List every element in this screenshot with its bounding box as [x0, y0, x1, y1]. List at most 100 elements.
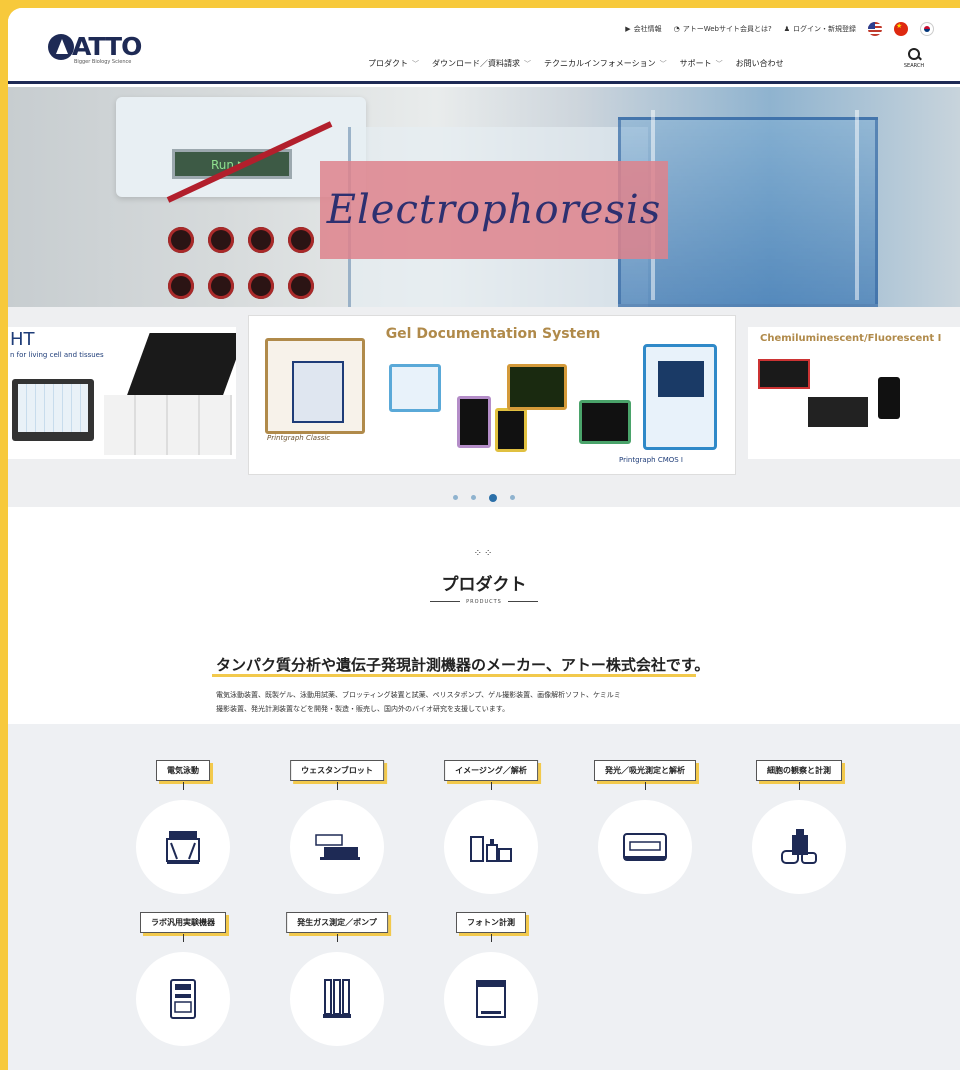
carousel-dot[interactable]	[510, 495, 516, 500]
terminal-jack	[248, 227, 274, 253]
clock-icon: ◔	[673, 25, 680, 33]
company-info-link[interactable]: ▶ 会社情報	[625, 24, 661, 34]
nav-label: テクニカルインフォメーション	[544, 59, 656, 68]
atto-logo-mark	[48, 34, 74, 60]
browser-page: ATTO Bigger Biology Science ▶ 会社情報 ◔ アトー…	[8, 8, 960, 1070]
search-label: SEARCH	[903, 63, 925, 69]
carousel-slide-active[interactable]: Gel Documentation System Printgraph Clas…	[248, 315, 736, 475]
search-icon	[907, 48, 921, 61]
company-headline: タンパク質分析や遺伝子発現計測機器のメーカー、アトー株式会社です。	[216, 656, 710, 674]
section-title: プロダクト	[441, 575, 527, 595]
graph-image	[104, 395, 232, 455]
carousel-slide-prev[interactable]: HT n for living cell and tissues	[8, 327, 236, 459]
laptop-image	[12, 379, 94, 441]
category-imaging[interactable]: イメージング／解析	[416, 760, 566, 910]
terminal-jack	[168, 227, 194, 253]
terminal-jack	[248, 273, 274, 299]
atto-logo[interactable]: ATTO Bigger Biology Science	[48, 32, 152, 65]
category-lab-equipment[interactable]: ラボ汎用実験機器	[108, 912, 258, 1062]
category-cell-observation[interactable]: 細胞の観察と計測	[724, 760, 874, 910]
gel-image	[507, 364, 567, 410]
category-label: 細胞の観察と計測	[756, 760, 842, 781]
chevron-down-icon: ﹀	[659, 59, 667, 68]
us-flag-icon[interactable]	[868, 22, 882, 36]
product-carousel: HT n for living cell and tissues Gel Doc…	[8, 307, 960, 507]
category-label: ラボ汎用実験機器	[140, 912, 226, 933]
slide-caption: Printgraph Classic	[267, 434, 331, 442]
software-screenshot	[389, 364, 441, 412]
terminal-jack	[288, 273, 314, 299]
nav-item-support[interactable]: サポート ﹀	[680, 58, 723, 69]
member-info-link[interactable]: ◔ アトーWebサイト会員とは?	[674, 24, 772, 34]
company-info-label: 会社情報	[633, 25, 662, 33]
hero-title: Electrophoresis	[326, 187, 662, 233]
category-luminometry[interactable]: 発光／吸光測定と解析	[570, 760, 720, 910]
headline-underline	[212, 674, 696, 677]
nav-label: プロダクト	[368, 59, 408, 68]
chevron-down-icon: ﹀	[524, 59, 531, 68]
category-circle[interactable]	[752, 800, 846, 894]
member-info-label: アトーWebサイト会員とは?	[682, 25, 772, 33]
nav-label: サポート	[679, 59, 712, 68]
category-label: フォトン計測	[456, 912, 526, 933]
carousel-slide-next[interactable]: Chemiluminescent/Fluorescent I	[748, 327, 960, 459]
hero-banner: Electrophoresis	[8, 87, 960, 307]
printgraph-classic-image	[265, 338, 365, 434]
terminal-jack	[288, 227, 314, 253]
user-icon: ♟	[783, 25, 790, 33]
category-photon-counting[interactable]: フォトン計測	[416, 912, 566, 1062]
nav-item-download[interactable]: ダウンロード／資料請求 ﹀	[432, 58, 531, 69]
nav-item-products[interactable]: プロダクト ﹀	[368, 58, 419, 69]
category-label: 電気泳動	[156, 760, 210, 781]
korea-flag-icon[interactable]	[920, 22, 934, 36]
china-flag-icon[interactable]	[894, 22, 908, 36]
cell-culture-icon	[781, 829, 817, 864]
slide-title: HT	[10, 329, 35, 350]
carousel-dot[interactable]	[470, 495, 476, 500]
login-link[interactable]: ♟ ログイン・新規登録	[784, 24, 856, 34]
category-circle[interactable]	[290, 952, 384, 1046]
search-button[interactable]: SEARCH	[896, 48, 932, 69]
category-circle[interactable]	[444, 800, 538, 894]
nav-item-contact[interactable]: お問い合わせ	[736, 58, 784, 69]
carousel-dot[interactable]	[452, 495, 458, 500]
nav-item-technical-info[interactable]: テクニカルインフォメーション ﹀	[544, 58, 667, 69]
luminometer-icon	[623, 833, 667, 861]
category-circle[interactable]	[290, 800, 384, 894]
section-subtitle: PRODUCTS	[8, 599, 960, 605]
terminal-jack	[168, 273, 194, 299]
login-label: ログイン・新規登録	[793, 25, 856, 33]
category-circle[interactable]	[136, 800, 230, 894]
carousel-dot-active[interactable]	[489, 493, 498, 502]
western-blot-icon	[315, 834, 360, 860]
category-gas-pump[interactable]: 発生ガス測定／ポンプ	[262, 912, 412, 1062]
nav-label: ダウンロード／資料請求	[432, 59, 520, 68]
category-electrophoresis[interactable]: 電気泳動	[108, 760, 258, 910]
category-circle[interactable]	[444, 952, 538, 1046]
category-circle[interactable]	[598, 800, 692, 894]
category-circle[interactable]	[136, 952, 230, 1046]
hero-title-box: Electrophoresis	[320, 161, 668, 259]
slide-subtitle: n for living cell and tissues	[10, 351, 104, 359]
utility-bar: ▶ 会社情報 ◔ アトーWebサイト会員とは? ♟ ログイン・新規登録	[625, 19, 934, 39]
label-tick	[491, 934, 492, 942]
terminal-jack	[208, 227, 234, 253]
label-tick	[337, 934, 338, 942]
terminal-jack	[208, 273, 234, 299]
sparkle-icon: ⁘⁘	[473, 548, 495, 559]
chevron-down-icon: ﹀	[412, 59, 419, 68]
label-tick	[337, 782, 338, 790]
gel-image	[495, 408, 527, 452]
category-label: 発生ガス測定／ポンプ	[286, 912, 388, 933]
photon-counter-icon	[476, 980, 506, 1018]
category-western-blot[interactable]: ウェスタンブロット	[262, 760, 412, 910]
company-description: 電気泳動装置、既製ゲル、泳動用試薬、ブロッティング装置と試薬、ペリスタポンプ、ゲ…	[216, 688, 816, 716]
label-tick	[799, 782, 800, 790]
imaging-icon	[470, 836, 512, 862]
label-tick	[183, 782, 184, 790]
main-navigation: プロダクト ﹀ ダウンロード／資料請求 ﹀ テクニカルインフォメーション ﹀ サ…	[368, 58, 784, 69]
slide-caption: Printgraph CMOS I	[619, 456, 683, 464]
description-line: 電気泳動装置、既製ゲル、泳動用試薬、ブロッティング装置と試薬、ペリスタポンプ、ゲ…	[216, 691, 621, 699]
slide-title: Chemiluminescent/Fluorescent I	[760, 333, 942, 344]
plate-image	[126, 333, 236, 397]
